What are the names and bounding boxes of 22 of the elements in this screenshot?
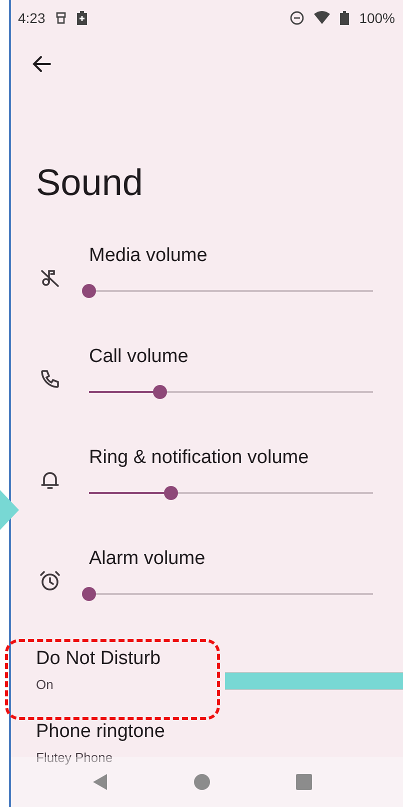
battery-percent: 100%	[359, 10, 395, 26]
battery-plus-icon	[77, 10, 88, 24]
slider-thumb[interactable]	[82, 586, 96, 600]
volume-label: Call volume	[89, 344, 188, 368]
wifi-icon	[314, 11, 330, 24]
battery-icon	[340, 10, 350, 24]
slider-thumb[interactable]	[82, 284, 96, 298]
do-not-disturb-icon	[290, 10, 304, 24]
alarm-clock-icon	[38, 568, 62, 592]
notification-icon	[55, 10, 68, 24]
volume-label: Media volume	[89, 244, 208, 268]
status-time: 4:23	[18, 10, 46, 26]
volume-label: Alarm volume	[89, 546, 206, 570]
slider-thumb[interactable]	[164, 486, 178, 500]
volume-label: Ring & notification volume	[89, 446, 309, 470]
setting-title[interactable]: Do Not Disturb	[36, 647, 161, 671]
page-title: Sound	[36, 161, 144, 205]
setting-summary: Flutey Phone	[36, 750, 113, 765]
pointer-arrow	[0, 490, 19, 530]
setting-summary: On	[36, 677, 54, 692]
setting-title[interactable]: Phone ringtone	[36, 720, 165, 744]
slider-thumb[interactable]	[153, 384, 167, 398]
